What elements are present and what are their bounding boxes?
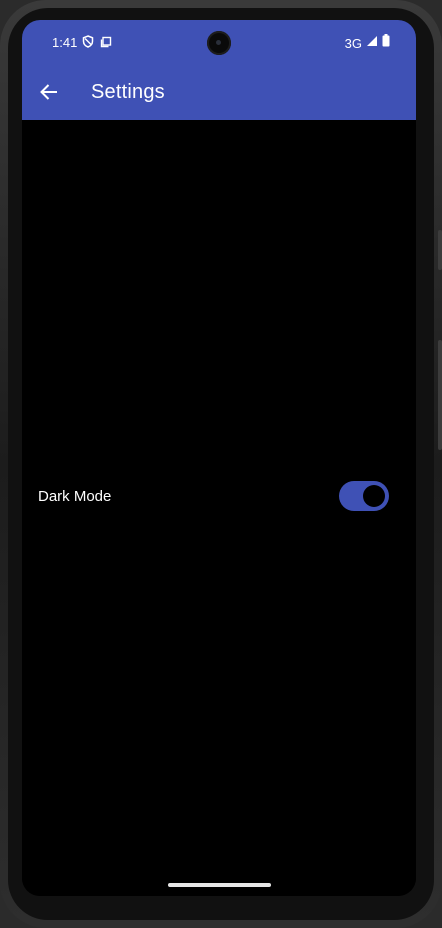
status-icons-right: 3G [345, 34, 390, 52]
power-button [438, 230, 442, 270]
dark-mode-label: Dark Mode [38, 488, 112, 505]
phone-frame: 1:41 3G Settings Dark Mode [0, 0, 442, 928]
battery-icon [382, 34, 390, 52]
status-icons-left [82, 35, 112, 53]
dark-mode-setting: Dark Mode [22, 478, 416, 516]
status-bar: 1:41 3G [22, 20, 416, 68]
volume-button [438, 340, 442, 450]
front-camera [207, 31, 231, 55]
dark-mode-toggle[interactable] [339, 481, 389, 511]
screenshot-icon [100, 35, 112, 53]
settings-content: Dark Mode [22, 120, 416, 896]
arrow-left-icon [39, 83, 59, 106]
shield-icon [82, 35, 94, 53]
status-time: 1:41 [52, 35, 78, 50]
navigation-handle[interactable] [168, 883, 271, 887]
network-type: 3G [344, 35, 362, 51]
back-button[interactable] [34, 80, 64, 108]
signal-icon [366, 34, 378, 52]
screen: 1:41 3G Settings Dark Mode [22, 20, 416, 896]
toggle-thumb [363, 485, 385, 507]
app-bar: Settings [22, 68, 416, 120]
page-title: Settings [91, 81, 165, 103]
